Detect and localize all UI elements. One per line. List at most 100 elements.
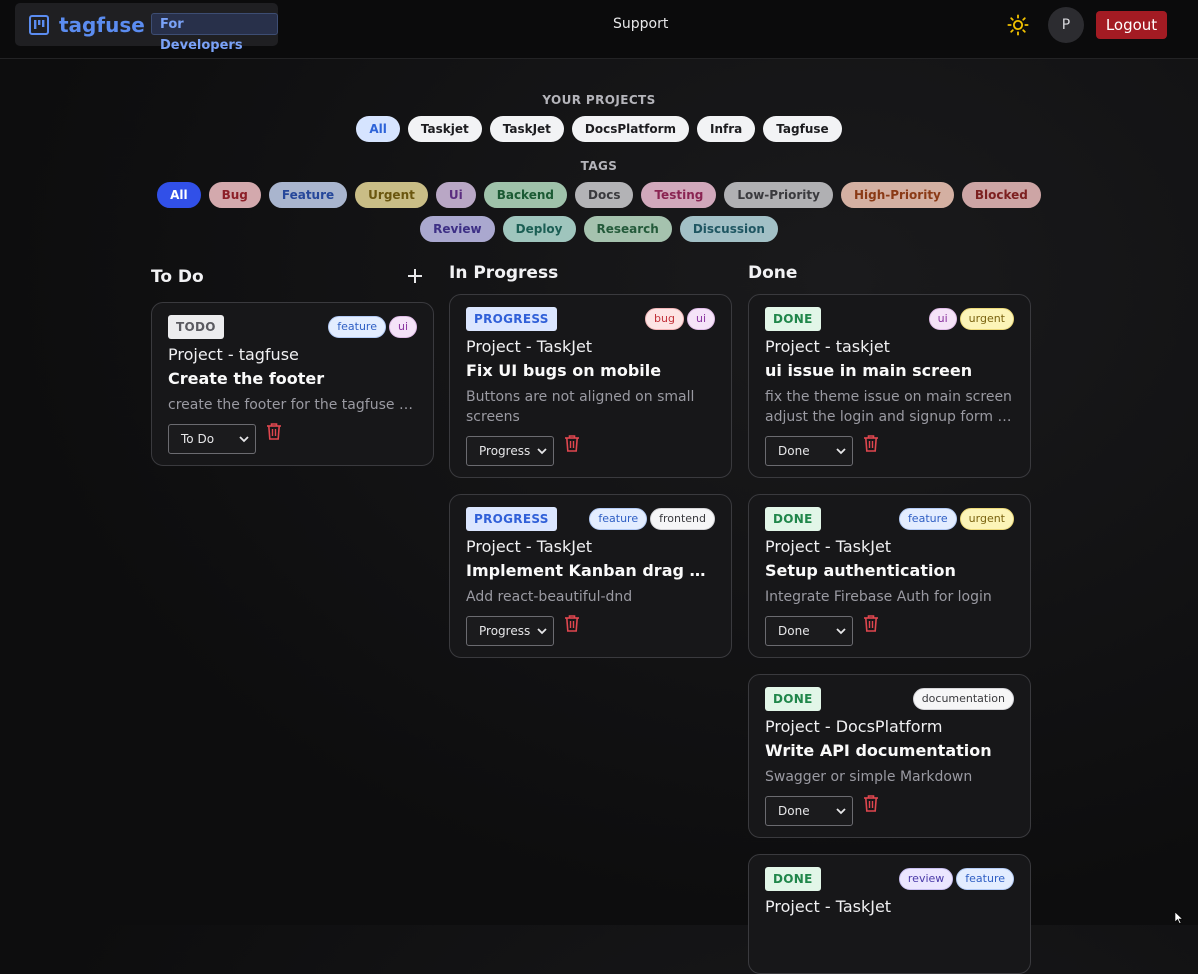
card-description: fix the theme issue on main screen adjust… bbox=[765, 387, 1015, 427]
card-description: create the footer for the tagfuse app bbox=[168, 395, 418, 415]
tag-filter-chip[interactable]: Bug bbox=[208, 182, 261, 208]
card-tag-list: feature frontend bbox=[589, 508, 715, 530]
tag-filter-chip[interactable]: Deploy bbox=[502, 216, 576, 242]
task-card[interactable]: DONE review feature Project - TaskJet bbox=[748, 854, 1031, 974]
sun-icon[interactable] bbox=[1007, 14, 1029, 36]
chevron-down-icon bbox=[537, 628, 547, 635]
tag-filter-chip[interactable]: Research bbox=[583, 216, 672, 242]
card-tag-list: feature ui bbox=[328, 316, 417, 338]
project-chip[interactable]: Infra bbox=[697, 116, 756, 142]
status-badge: DONE bbox=[765, 687, 821, 711]
status-select[interactable]: Progress bbox=[466, 616, 554, 646]
task-card[interactable]: DONE documentation Project - DocsPlatform W… bbox=[748, 674, 1031, 838]
trash-icon[interactable] bbox=[863, 614, 879, 632]
project-chip[interactable]: TaskJet bbox=[489, 116, 564, 142]
card-title: Setup authentication bbox=[765, 561, 956, 580]
trash-icon[interactable] bbox=[863, 794, 879, 812]
support-link[interactable]: Support bbox=[613, 16, 668, 32]
card-tag-list: ui urgent bbox=[928, 308, 1014, 330]
card-project-name: Project - tagfuse bbox=[168, 345, 299, 364]
card-tag: bug bbox=[645, 308, 684, 330]
project-chip[interactable]: Taskjet bbox=[407, 116, 482, 142]
card-description-line: Swagger or simple Markdown bbox=[765, 769, 973, 785]
logout-button[interactable]: Logout bbox=[1096, 11, 1167, 39]
trash-icon[interactable] bbox=[564, 614, 580, 632]
card-description-line: Integrate Firebase Auth for login bbox=[765, 589, 992, 605]
brand-logo[interactable]: tagfuse For Developers bbox=[15, 3, 278, 53]
status-select[interactable]: Done bbox=[765, 616, 853, 646]
card-title: Fix UI bugs on mobile bbox=[466, 361, 662, 380]
tag-filter-chip[interactable]: High-Priority bbox=[840, 182, 954, 208]
card-tag: feature bbox=[328, 316, 386, 338]
card-title: Write API documentation bbox=[765, 741, 992, 760]
task-card[interactable]: PROGRESS bug ui Project - TaskJet Fix UI bug… bbox=[449, 294, 732, 478]
card-project-name: Project - DocsPlatform bbox=[765, 717, 943, 736]
tag-filter-chip[interactable]: Low-Priority bbox=[724, 182, 833, 208]
tag-filter-chip[interactable]: Feature bbox=[268, 182, 348, 208]
card-tag: ui bbox=[686, 308, 715, 330]
user-avatar[interactable]: P bbox=[1048, 7, 1084, 43]
card-tag-list: feature urgent bbox=[898, 508, 1014, 530]
card-project-name: Project - TaskJet bbox=[466, 537, 593, 556]
card-project-name: Project - taskjet bbox=[765, 337, 890, 356]
card-tag: frontend bbox=[650, 508, 715, 530]
status-select[interactable]: Done bbox=[765, 436, 853, 466]
card-title: ui issue in main screen bbox=[765, 361, 973, 380]
status-select-value: Done bbox=[778, 624, 810, 638]
card-project-name: Project - TaskJet bbox=[466, 337, 593, 356]
plus-icon[interactable] bbox=[405, 266, 425, 286]
card-tag: urgent bbox=[959, 508, 1014, 530]
status-select-value: Done bbox=[778, 804, 810, 818]
for-developers-badge[interactable]: For Developers bbox=[151, 13, 278, 53]
status-select[interactable]: Progress bbox=[466, 436, 554, 466]
status-select[interactable]: To Do bbox=[168, 424, 256, 454]
task-card[interactable]: TODO feature ui Project - tagfuse Create the… bbox=[151, 302, 434, 466]
status-select[interactable]: Done bbox=[765, 796, 853, 826]
project-chip[interactable]: DocsPlatform bbox=[571, 116, 690, 142]
card-tag: feature bbox=[898, 508, 957, 530]
tag-filter-chip[interactable]: Blocked bbox=[961, 182, 1041, 208]
project-chip[interactable]: All bbox=[356, 116, 400, 142]
card-tag-list: review feature bbox=[898, 868, 1014, 890]
task-card[interactable]: DONE feature urgent Project - TaskJet Setup … bbox=[748, 494, 1031, 658]
tag-filter-row: Review Deploy Research Discussion bbox=[0, 216, 1198, 242]
card-tag-list: documentation bbox=[912, 688, 1014, 710]
card-description: Integrate Firebase Auth for login bbox=[765, 587, 1015, 607]
tag-filter-chip[interactable]: Ui bbox=[435, 182, 476, 208]
task-card[interactable]: DONE ui urgent Project - taskjet ui issue in… bbox=[748, 294, 1031, 478]
trash-icon[interactable] bbox=[863, 434, 879, 452]
status-badge: DONE bbox=[765, 507, 821, 531]
chevron-down-icon bbox=[836, 628, 846, 635]
tag-filter-chip[interactable]: Docs bbox=[575, 182, 634, 208]
trash-icon[interactable] bbox=[266, 422, 282, 440]
chevron-down-icon bbox=[239, 436, 249, 443]
card-description-line: screens bbox=[466, 409, 520, 425]
status-badge: PROGRESS bbox=[466, 307, 557, 331]
trash-icon[interactable] bbox=[564, 434, 580, 452]
mouse-cursor-icon bbox=[1175, 912, 1183, 924]
tag-filter-chip[interactable]: Testing bbox=[641, 182, 717, 208]
tag-filter-chip[interactable]: Backend bbox=[483, 182, 567, 208]
card-description: Add react-beautiful-dnd bbox=[466, 587, 716, 607]
task-card[interactable]: PROGRESS feature frontend Project - TaskJet… bbox=[449, 494, 732, 658]
card-tag: feature bbox=[589, 508, 648, 530]
project-chip[interactable]: Tagfuse bbox=[763, 116, 842, 142]
status-select-value: To Do bbox=[181, 432, 215, 446]
tag-filter-chip[interactable]: Urgent bbox=[355, 182, 428, 208]
card-description-line: create the footer for the tagfuse app bbox=[168, 397, 418, 413]
tag-filter-chip[interactable]: Review bbox=[420, 216, 495, 242]
column-title-done: Done bbox=[748, 263, 798, 283]
brand-name: tagfuse bbox=[59, 13, 145, 37]
status-badge: PROGRESS bbox=[466, 507, 557, 531]
card-description-line: fix the theme issue on main screen bbox=[765, 389, 1012, 405]
status-select-value: Done bbox=[778, 444, 810, 458]
tags-section-label: TAGS bbox=[580, 159, 618, 173]
card-project-name: Project - TaskJet bbox=[765, 897, 892, 916]
card-description-line: Add react-beautiful-dnd bbox=[466, 589, 633, 605]
card-description: Buttons are not aligned on small screens bbox=[466, 387, 716, 427]
card-tag: documentation bbox=[912, 688, 1014, 710]
tag-filter-chip[interactable]: Discussion bbox=[679, 216, 778, 242]
chevron-down-icon bbox=[537, 448, 547, 455]
tag-filter-chip[interactable]: All bbox=[157, 182, 201, 208]
card-project-name: Project - TaskJet bbox=[765, 537, 892, 556]
